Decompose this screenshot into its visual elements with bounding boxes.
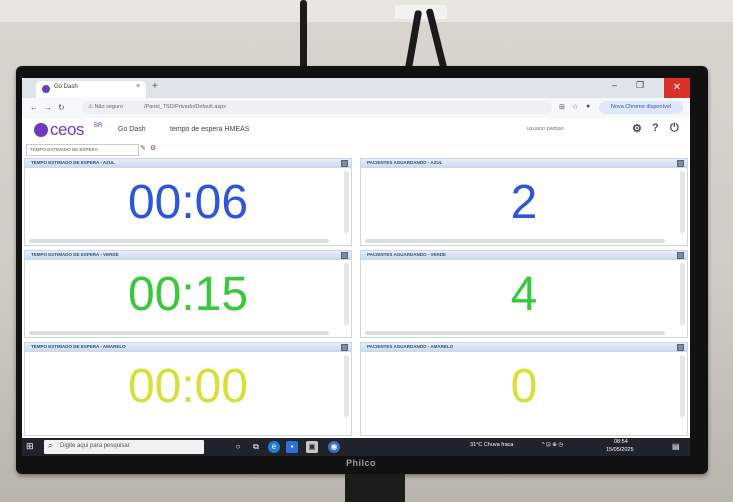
- url-text: /Panel_TSD/Privado/Default.aspx: [144, 104, 226, 110]
- logo-superscript: BR: [94, 123, 103, 129]
- windows-taskbar: ⊞ ⌕ Digite aqui para pesquisar ○ ⧉ e ▪ ▣…: [22, 438, 690, 456]
- wait-time-value: 00:00: [127, 360, 249, 413]
- tab-title: Go Dash: [54, 84, 78, 90]
- task-view-icon[interactable]: ⧉: [250, 441, 262, 453]
- taskbar-search[interactable]: ⌕ Digite aqui para pesquisar: [44, 440, 204, 454]
- patients-waiting-value: 0: [510, 360, 538, 413]
- panel-title: TEMPO ESTIMADO DE ESPERA - AZUL: [31, 160, 115, 165]
- tv-stand: [345, 474, 405, 502]
- gear-icon[interactable]: ⚙: [150, 144, 156, 152]
- dashboard-selector-row: TEMPO ESTIMADO DE ESPERA ✎ ⚙: [22, 142, 690, 156]
- update-chrome-button[interactable]: Nova Chrome disponível: [599, 101, 683, 114]
- panel-wait-time-green: TEMPO ESTIMADO DE ESPERA - VERDE 00:15: [24, 250, 352, 338]
- new-tab-button[interactable]: +: [152, 81, 158, 92]
- windows-start-icon[interactable]: ⊞: [26, 441, 37, 452]
- weather-text[interactable]: 31°C Chuva fraca: [470, 442, 513, 448]
- tv-screen: Go Dash × + – ❐ ✕ ← → ↻ ⚠ Não seguro /Pa…: [22, 78, 690, 456]
- back-icon[interactable]: ←: [30, 103, 38, 112]
- panel-menu-button[interactable]: [677, 160, 684, 167]
- wall-trim: [0, 0, 733, 22]
- panel-wait-time-yellow: TEMPO ESTIMADO DE ESPERA - AMARELO 00:00: [24, 342, 352, 436]
- panel-title: TEMPO ESTIMADO DE ESPERA - AMARELO: [31, 344, 126, 349]
- url-field[interactable]: ⚠ Não seguro /Panel_TSD/Privado/Default.…: [82, 101, 552, 114]
- logo-text: ceos: [50, 120, 84, 139]
- clock-date[interactable]: 15/05/2025: [606, 447, 634, 453]
- vertical-scrollbar[interactable]: [680, 263, 685, 325]
- panel-header: PACIENTES AGUARDANDO - VERDE: [361, 251, 687, 260]
- panel-wait-time-blue: TEMPO ESTIMADO DE ESPERA - AZUL 00:06: [24, 158, 352, 246]
- tv-brand: Philco: [346, 458, 377, 468]
- notification-icon[interactable]: ▤: [672, 442, 680, 451]
- panel-menu-button[interactable]: [341, 344, 348, 351]
- search-placeholder: Digite aqui para pesquisar: [60, 443, 130, 449]
- cable: [300, 0, 307, 70]
- panel-menu-button[interactable]: [677, 344, 684, 351]
- wait-time-value: 00:15: [127, 268, 249, 321]
- panel-title: PACIENTES AGUARDANDO - VERDE: [367, 252, 447, 257]
- browser-tab-bar: Go Dash × + – ❐ ✕: [22, 78, 690, 98]
- panel-title: PACIENTES AGUARDANDO - AMARELO: [367, 344, 454, 349]
- close-tab-icon[interactable]: ×: [136, 83, 140, 90]
- horizontal-scrollbar[interactable]: [365, 331, 665, 335]
- wait-time-value: 00:06: [127, 176, 249, 229]
- forward-icon[interactable]: →: [44, 103, 52, 112]
- browser-tab[interactable]: Go Dash ×: [36, 81, 146, 98]
- horizontal-scrollbar[interactable]: [29, 239, 329, 243]
- panel-header: TEMPO ESTIMADO DE ESPERA - AZUL: [25, 159, 351, 168]
- close-window-button[interactable]: ✕: [664, 78, 690, 98]
- panel-menu-button[interactable]: [341, 252, 348, 259]
- panel-patients-green: PACIENTES AGUARDANDO - VERDE 4: [360, 250, 688, 338]
- nav-tempo-espera[interactable]: tempo de espera HMEAS: [170, 126, 249, 133]
- address-bar-row: ← → ↻ ⚠ Não seguro /Panel_TSD/Privado/De…: [22, 98, 690, 119]
- panel-title: TEMPO ESTIMADO DE ESPERA - VERDE: [31, 252, 119, 257]
- user-name: usuario padrao: [527, 126, 564, 132]
- patients-waiting-value: 4: [510, 268, 538, 321]
- panel-header: PACIENTES AGUARDANDO - AZUL: [361, 159, 687, 168]
- vertical-scrollbar[interactable]: [680, 355, 685, 417]
- panel-header: PACIENTES AGUARDANDO - AMARELO: [361, 343, 687, 352]
- maximize-button[interactable]: ❐: [636, 80, 644, 91]
- store-icon[interactable]: ▪: [286, 441, 298, 453]
- favicon-icon: [42, 85, 50, 93]
- vertical-scrollbar[interactable]: [344, 263, 349, 325]
- panel-patients-yellow: PACIENTES AGUARDANDO - AMARELO 0: [360, 342, 688, 436]
- app-header: ceos BR Go Dash tempo de espera HMEAS us…: [22, 118, 690, 143]
- panel-header: TEMPO ESTIMADO DE ESPERA - VERDE: [25, 251, 351, 260]
- dashboard-selector[interactable]: TEMPO ESTIMADO DE ESPERA: [26, 144, 139, 156]
- panel-title: PACIENTES AGUARDANDO - AZUL: [367, 160, 443, 165]
- translate-icon[interactable]: ⊞: [559, 103, 565, 111]
- search-icon: ⌕: [48, 441, 53, 450]
- chrome-icon[interactable]: ◉: [328, 441, 340, 453]
- profile-icon[interactable]: ●: [586, 103, 590, 110]
- reload-icon[interactable]: ↻: [58, 103, 65, 112]
- panel-menu-button[interactable]: [677, 252, 684, 259]
- horizontal-scrollbar[interactable]: [29, 331, 329, 335]
- panel-header: TEMPO ESTIMADO DE ESPERA - AMARELO: [25, 343, 351, 352]
- app-icon[interactable]: ▣: [306, 441, 318, 453]
- vertical-scrollbar[interactable]: [680, 171, 685, 233]
- edit-icon[interactable]: ✎: [140, 144, 146, 152]
- panel-menu-button[interactable]: [341, 160, 348, 167]
- vertical-scrollbar[interactable]: [344, 171, 349, 233]
- tray-icons[interactable]: ^ ⊡ ⊕ ◷: [542, 442, 563, 448]
- logo-icon: [34, 123, 48, 137]
- gear-icon[interactable]: ⚙: [632, 122, 642, 135]
- power-icon[interactable]: ⏻: [670, 122, 679, 135]
- horizontal-scrollbar[interactable]: [365, 239, 665, 243]
- minimize-button[interactable]: –: [612, 80, 617, 90]
- edge-icon[interactable]: e: [268, 441, 280, 453]
- help-icon[interactable]: ?: [652, 122, 659, 134]
- not-secure-label: ⚠ Não seguro: [88, 104, 123, 110]
- patients-waiting-value: 2: [510, 176, 538, 229]
- clock-time[interactable]: 08:54: [614, 439, 628, 445]
- panel-patients-blue: PACIENTES AGUARDANDO - AZUL 2: [360, 158, 688, 246]
- cortana-icon[interactable]: ○: [232, 441, 244, 453]
- vertical-scrollbar[interactable]: [344, 355, 349, 417]
- star-icon[interactable]: ☆: [572, 103, 578, 111]
- nav-go-dash[interactable]: Go Dash: [118, 126, 146, 133]
